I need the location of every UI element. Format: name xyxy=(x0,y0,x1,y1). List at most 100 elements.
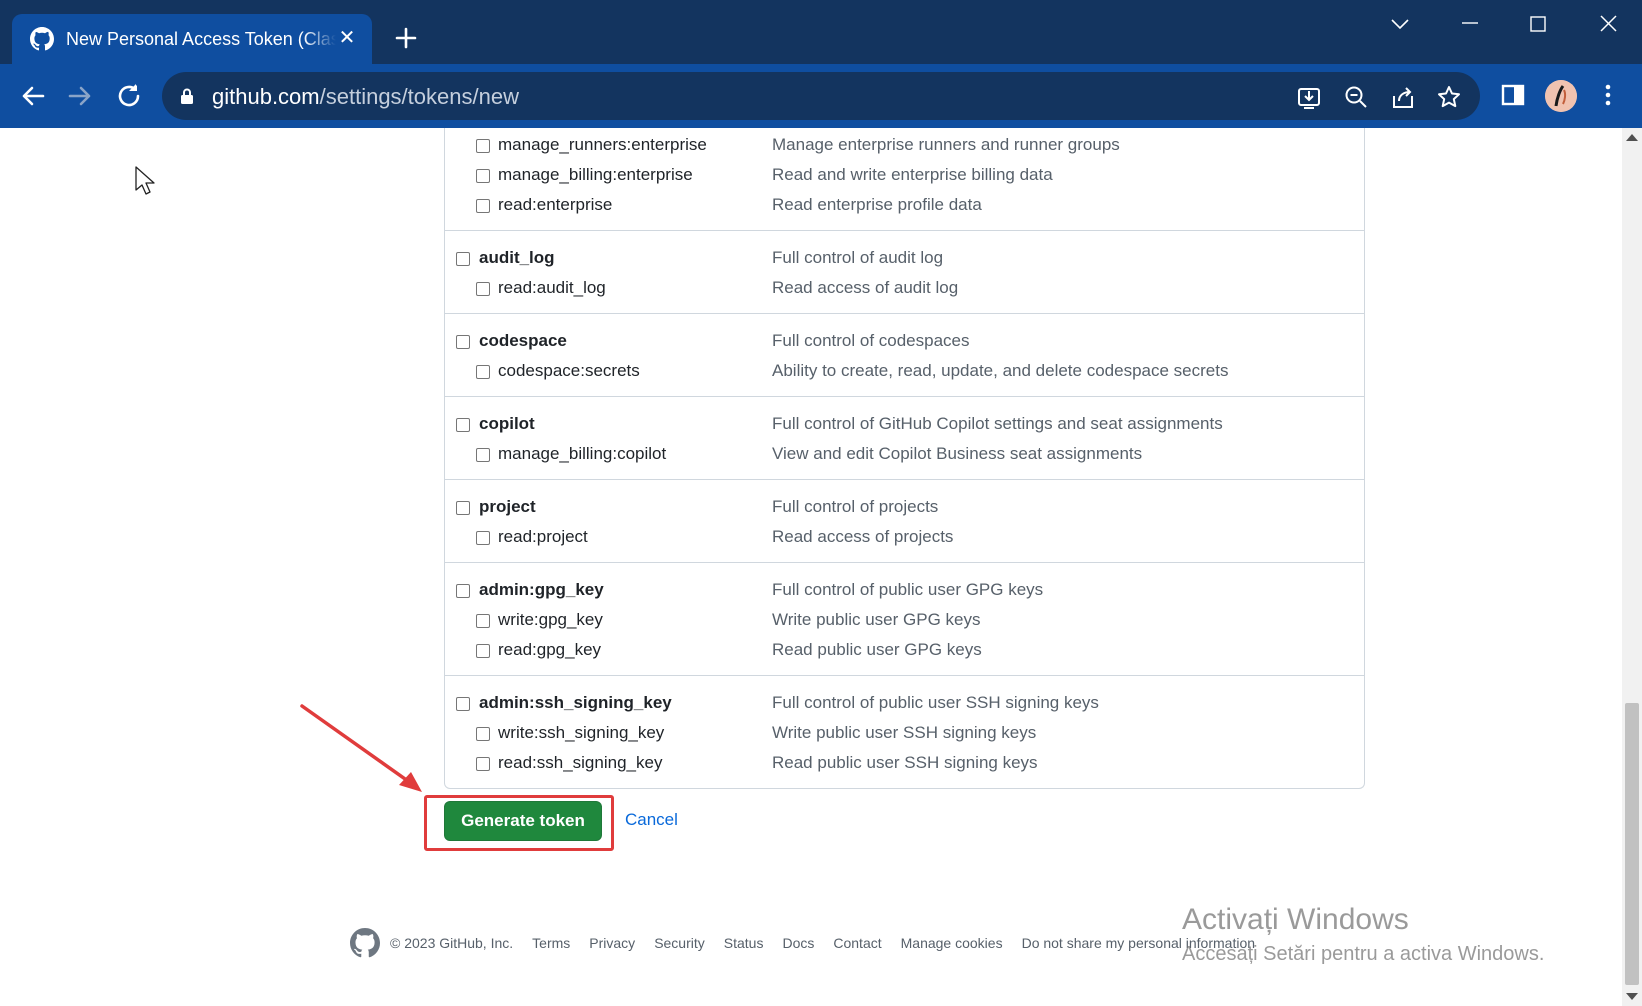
install-app-icon[interactable] xyxy=(1296,84,1322,110)
scope-row-parent: project Full control of projects xyxy=(445,493,1364,523)
scrollbar-thumb[interactable] xyxy=(1625,703,1639,985)
close-tab-icon[interactable]: ✕ xyxy=(336,27,358,49)
scope-name[interactable]: project xyxy=(479,497,536,517)
scope-name[interactable]: admin:ssh_signing_key xyxy=(479,693,672,713)
scope-row-child: read:gpg_key Read public user GPG keys xyxy=(445,636,1364,666)
scope-group: admin:enterpriseFull control of enterpri… xyxy=(445,128,1364,231)
footer-link-status[interactable]: Status xyxy=(724,935,764,951)
scope-name[interactable]: read:audit_log xyxy=(498,278,606,298)
scope-description: Read access of projects xyxy=(772,527,954,546)
address-bar[interactable]: github.com/settings/tokens/new xyxy=(162,72,1480,120)
new-tab-icon[interactable] xyxy=(392,24,420,52)
tab-title: New Personal Access Token (Classic) xyxy=(66,28,336,49)
tab-search-chevron-icon[interactable] xyxy=(1382,10,1418,38)
scope-checkbox[interactable] xyxy=(456,584,470,598)
scope-description: Full control of audit log xyxy=(772,248,944,267)
scope-group: admin:gpg_key Full control of public user… xyxy=(445,563,1364,676)
scope-name[interactable]: read:gpg_key xyxy=(498,640,601,660)
scope-description: Full control of projects xyxy=(772,497,939,516)
scope-checkbox[interactable] xyxy=(476,531,490,545)
scope-checkbox[interactable] xyxy=(476,282,490,296)
browser-menu-icon[interactable] xyxy=(1593,80,1623,110)
url-path: /settings/tokens/new xyxy=(319,84,519,109)
url-text[interactable]: github.com/settings/tokens/new xyxy=(212,84,519,110)
scope-checkbox[interactable] xyxy=(476,448,490,462)
footer-link-contact[interactable]: Contact xyxy=(833,935,881,951)
footer-link-manage-cookies[interactable]: Manage cookies xyxy=(901,935,1003,951)
scope-name[interactable]: read:ssh_signing_key xyxy=(498,753,662,773)
scope-row-parent: admin:gpg_key Full control of public user… xyxy=(445,576,1364,606)
scroll-down-arrow-icon[interactable] xyxy=(1626,993,1638,1000)
minimize-icon[interactable] xyxy=(1452,10,1488,38)
scope-checkbox[interactable] xyxy=(456,697,470,711)
scope-group: copilot Full control of GitHub Copilot se… xyxy=(445,397,1364,480)
scope-checkbox[interactable] xyxy=(476,727,490,741)
maximize-icon[interactable] xyxy=(1520,10,1556,38)
footer-link-security[interactable]: Security xyxy=(654,935,705,951)
windows-activation-watermark: Activați Windows Accesați Setări pentru … xyxy=(1182,903,1544,966)
scope-description: Read access of audit log xyxy=(772,278,959,297)
scope-name[interactable]: read:enterprise xyxy=(498,195,612,215)
browser-tab[interactable]: New Personal Access Token (Classic) ✕ xyxy=(12,14,372,64)
scope-name[interactable]: codespace:secrets xyxy=(498,361,640,381)
github-icon xyxy=(30,27,54,51)
scope-description: Ability to create, read, update, and del… xyxy=(772,361,1229,380)
scope-checkbox[interactable] xyxy=(476,199,490,213)
scope-row-child: read:ssh_signing_key Read public user SSH… xyxy=(445,749,1364,779)
cancel-link[interactable]: Cancel xyxy=(625,810,678,830)
scroll-up-arrow-icon[interactable] xyxy=(1626,134,1638,141)
footer-link-privacy[interactable]: Privacy xyxy=(589,935,635,951)
scope-checkbox[interactable] xyxy=(476,365,490,379)
bookmark-star-icon[interactable] xyxy=(1436,84,1462,110)
scope-description: Full control of public user GPG keys xyxy=(772,580,1044,599)
scope-checkbox[interactable] xyxy=(476,757,490,771)
scope-name[interactable]: manage_billing:copilot xyxy=(498,444,666,464)
scope-description: Full control of public user SSH signing … xyxy=(772,693,1099,712)
footer-link-docs[interactable]: Docs xyxy=(782,935,814,951)
scope-name[interactable]: manage_runners:enterprise xyxy=(498,135,707,155)
scope-checkbox[interactable] xyxy=(456,335,470,349)
scope-description: Read and write enterprise billing data xyxy=(772,165,1053,184)
generate-token-button[interactable]: Generate token xyxy=(444,801,602,841)
scope-checkbox[interactable] xyxy=(476,614,490,628)
scope-name[interactable]: copilot xyxy=(479,414,535,434)
watermark-title: Activați Windows xyxy=(1182,903,1409,936)
scope-description: Read public user GPG keys xyxy=(772,640,982,659)
back-arrow-icon[interactable] xyxy=(17,80,49,112)
scope-row-child: write:ssh_signing_key Write public user S… xyxy=(445,719,1364,749)
scope-checkbox[interactable] xyxy=(476,169,490,183)
forward-arrow-icon[interactable] xyxy=(64,80,96,112)
url-host: github.com xyxy=(212,84,320,109)
scope-checkbox[interactable] xyxy=(456,252,470,266)
scope-checkbox[interactable] xyxy=(456,418,470,432)
lock-icon[interactable] xyxy=(180,87,194,105)
vertical-scrollbar[interactable] xyxy=(1622,128,1642,1006)
scope-row-child: codespace:secrets Ability to create, read… xyxy=(445,357,1364,387)
browser-titlebar: New Personal Access Token (Classic) ✕ xyxy=(0,0,1642,64)
scope-checkbox[interactable] xyxy=(476,139,490,153)
close-window-icon[interactable] xyxy=(1590,10,1626,38)
scope-row-child: manage_runners:enterprise Manage enterpri… xyxy=(445,131,1364,161)
scope-description: Manage enterprise runners and runner gro… xyxy=(772,135,1120,154)
scope-row-parent: copilot Full control of GitHub Copilot se… xyxy=(445,410,1364,440)
mouse-cursor-icon xyxy=(135,166,155,195)
share-icon[interactable] xyxy=(1390,84,1416,110)
scope-description: Read public user SSH signing keys xyxy=(772,753,1038,772)
footer-link-terms[interactable]: Terms xyxy=(532,935,570,951)
zoom-out-icon[interactable] xyxy=(1343,84,1369,110)
scope-checkbox[interactable] xyxy=(476,644,490,658)
scope-name[interactable]: admin:gpg_key xyxy=(479,580,604,600)
scope-name[interactable]: write:ssh_signing_key xyxy=(498,723,664,743)
scope-group: audit_log Full control of audit log read:a… xyxy=(445,231,1364,314)
side-panel-icon[interactable] xyxy=(1498,80,1528,110)
scope-name[interactable]: write:gpg_key xyxy=(498,610,603,630)
scope-name[interactable]: codespace xyxy=(479,331,567,351)
scope-checkbox[interactable] xyxy=(456,501,470,515)
reload-icon[interactable] xyxy=(113,80,145,112)
github-logo-icon[interactable] xyxy=(350,928,380,958)
scope-name[interactable]: audit_log xyxy=(479,248,555,268)
profile-avatar[interactable] xyxy=(1545,80,1577,112)
scope-name[interactable]: read:project xyxy=(498,527,588,547)
scope-name[interactable]: manage_billing:enterprise xyxy=(498,165,693,185)
scope-description: Full control of codespaces xyxy=(772,331,970,350)
